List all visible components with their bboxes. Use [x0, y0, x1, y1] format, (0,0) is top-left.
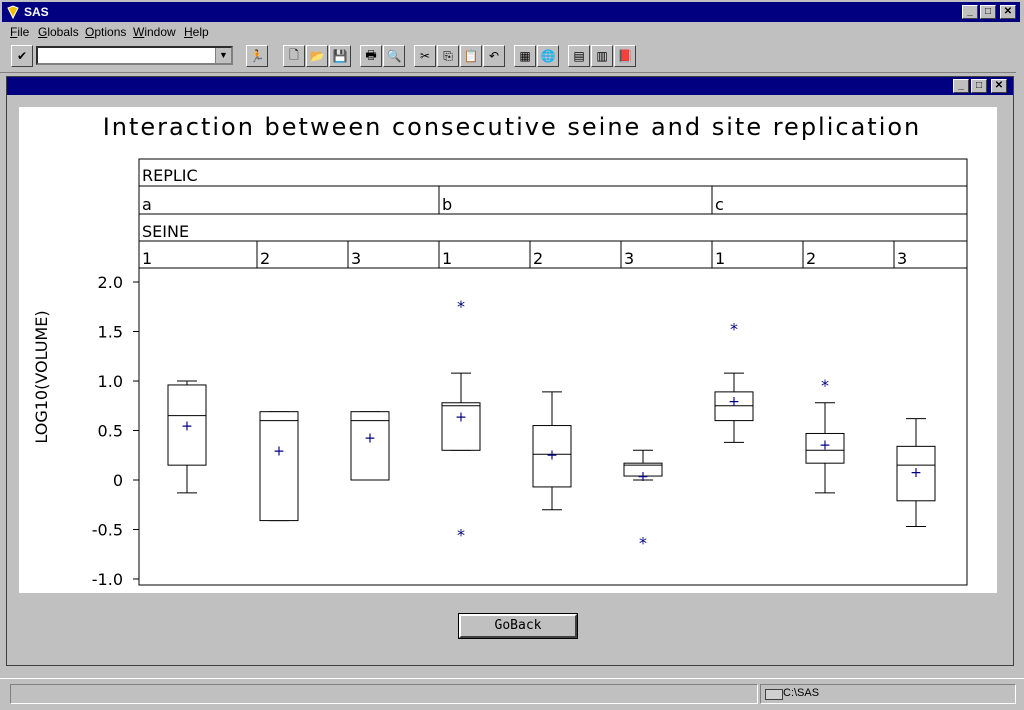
box-c-seine-2: +* — [805, 376, 845, 494]
explorer-icon[interactable]: ▤ — [568, 45, 590, 67]
mdi-workspace: _ □ ✕ Interaction between consecutive se… — [0, 72, 1016, 669]
mean-marker: + — [728, 394, 740, 410]
child-maximize-button[interactable]: □ — [971, 79, 987, 93]
print-icon[interactable]: 🖶 — [360, 45, 382, 67]
header-seine-level: 2 — [533, 249, 543, 268]
header-seine-label: SEINE — [142, 222, 189, 241]
drive-icon — [765, 689, 783, 700]
plot-area: 2.01.51.00.50-0.5-1.0++++**++*+*+*+ — [92, 273, 936, 589]
mean-marker: + — [910, 465, 922, 481]
menu-bar: File Globals Options Window Help — [2, 22, 1020, 42]
header-group-b: b — [442, 195, 452, 214]
mean-marker: + — [273, 443, 285, 459]
window-title: SAS — [24, 5, 49, 19]
mean-marker: + — [364, 430, 376, 446]
box-plot-chart: Interaction between consecutive seine an… — [32, 113, 968, 589]
mean-marker: + — [181, 419, 193, 435]
command-box[interactable]: ▼ — [36, 46, 233, 65]
header-seine-level: 3 — [624, 249, 634, 268]
open-folder-icon[interactable]: 📂 — [306, 45, 328, 67]
header-seine-level: 1 — [715, 249, 725, 268]
sas-main-window: SAS _ □ ✕ File Globals Options Window He… — [0, 0, 1024, 710]
child-close-button[interactable]: ✕ — [991, 79, 1007, 93]
copy-icon[interactable]: ⎘ — [437, 45, 459, 67]
status-bar: C:\SAS — [0, 678, 1024, 710]
run-icon[interactable]: 🏃 — [246, 45, 268, 67]
header-replic-label: REPLIC — [142, 166, 198, 185]
y-tick-label: 1.0 — [98, 372, 123, 391]
status-path-pane: C:\SAS — [760, 684, 1016, 704]
chart-frame — [138, 158, 968, 586]
box-a-seine-3: + — [350, 411, 390, 481]
print-preview-icon[interactable]: 🔍 — [383, 45, 405, 67]
y-tick-label: -0.5 — [92, 521, 123, 540]
undo-icon[interactable]: ↶ — [483, 45, 505, 67]
y-tick-label: 0.5 — [98, 422, 123, 441]
chart-header-table: REPLIC a b c SEINE 1 2 3 1 2 3 1 2 3 — [138, 158, 968, 586]
outlier-marker: * — [639, 533, 647, 552]
y-tick-label: 2.0 — [98, 273, 123, 292]
sas-logo-icon — [7, 5, 19, 19]
box-iqr — [259, 411, 299, 522]
outlier-marker: * — [457, 525, 465, 544]
header-group-a: a — [142, 195, 152, 214]
box-a-seine-2: + — [259, 411, 299, 522]
menu-help[interactable]: Help — [184, 25, 209, 39]
outlier-marker: * — [730, 320, 738, 339]
menu-window[interactable]: Window — [133, 25, 176, 39]
box-c-seine-1: +* — [714, 320, 754, 443]
y-tick-label: 0 — [113, 471, 123, 490]
mean-marker: + — [546, 447, 558, 463]
cut-icon[interactable]: ✂ — [414, 45, 436, 67]
minimize-button[interactable]: _ — [962, 5, 978, 19]
header-seine-level: 1 — [442, 249, 452, 268]
current-path: C:\SAS — [783, 687, 820, 699]
box-b-seine-2: + — [532, 391, 572, 511]
goback-button[interactable]: GoBack — [458, 613, 578, 639]
mean-marker: + — [819, 437, 831, 453]
header-seine-level: 3 — [897, 249, 907, 268]
menu-options[interactable]: Options — [85, 25, 126, 39]
header-seine-level: 3 — [351, 249, 361, 268]
paste-icon[interactable]: 📋 — [460, 45, 482, 67]
header-seine-level: 2 — [806, 249, 816, 268]
ms-office-icon[interactable]: ▦ — [514, 45, 536, 67]
maximize-button[interactable]: □ — [980, 5, 996, 19]
new-file-icon[interactable]: 🗋 — [283, 45, 305, 67]
box-b-seine-3: +* — [623, 449, 663, 552]
child-minimize-button[interactable]: _ — [953, 79, 969, 93]
title-bar[interactable]: SAS _ □ ✕ — [2, 2, 1020, 22]
table-icon[interactable]: ▥ — [591, 45, 613, 67]
graph-window-titlebar[interactable]: _ □ ✕ — [7, 77, 1013, 95]
checkmark-icon[interactable]: ✔ — [11, 45, 33, 67]
chevron-down-icon[interactable]: ▼ — [215, 48, 231, 63]
graph-window: _ □ ✕ Interaction between consecutive se… — [6, 76, 1014, 666]
menu-globals[interactable]: Globals — [38, 25, 79, 39]
box-c-seine-3: + — [896, 418, 936, 528]
save-icon[interactable]: 💾 — [329, 45, 351, 67]
header-group-c: c — [715, 195, 724, 214]
box-b-seine-1: + * * — [441, 297, 481, 544]
outlier-marker: * — [457, 297, 465, 316]
header-seine-level: 1 — [142, 249, 152, 268]
mean-marker: + — [455, 410, 467, 426]
chart-title: Interaction between consecutive seine an… — [103, 113, 922, 141]
box-a-seine-1: + — [167, 380, 207, 494]
menu-file[interactable]: File — [10, 25, 29, 39]
outlier-marker: * — [821, 376, 829, 395]
y-tick-label: -1.0 — [92, 570, 123, 589]
help-book-icon[interactable]: 📕 — [614, 45, 636, 67]
globe-icon[interactable]: 🌐 — [537, 45, 559, 67]
chart-canvas: Interaction between consecutive seine an… — [19, 107, 997, 593]
header-seine-level: 2 — [260, 249, 270, 268]
close-button[interactable]: ✕ — [1000, 5, 1016, 19]
y-tick-label: 1.5 — [98, 323, 123, 342]
status-message-pane — [10, 684, 758, 704]
mean-marker: + — [637, 469, 649, 485]
toolbar: ✔ ▼ 🏃 🗋 📂 💾 🖶 🔍 ✂ ⎘ 📋 ↶ ▦ 🌐 ▤ ▥ 📕 — [2, 43, 1020, 69]
y-axis-label: LOG10(VOLUME) — [32, 310, 51, 443]
